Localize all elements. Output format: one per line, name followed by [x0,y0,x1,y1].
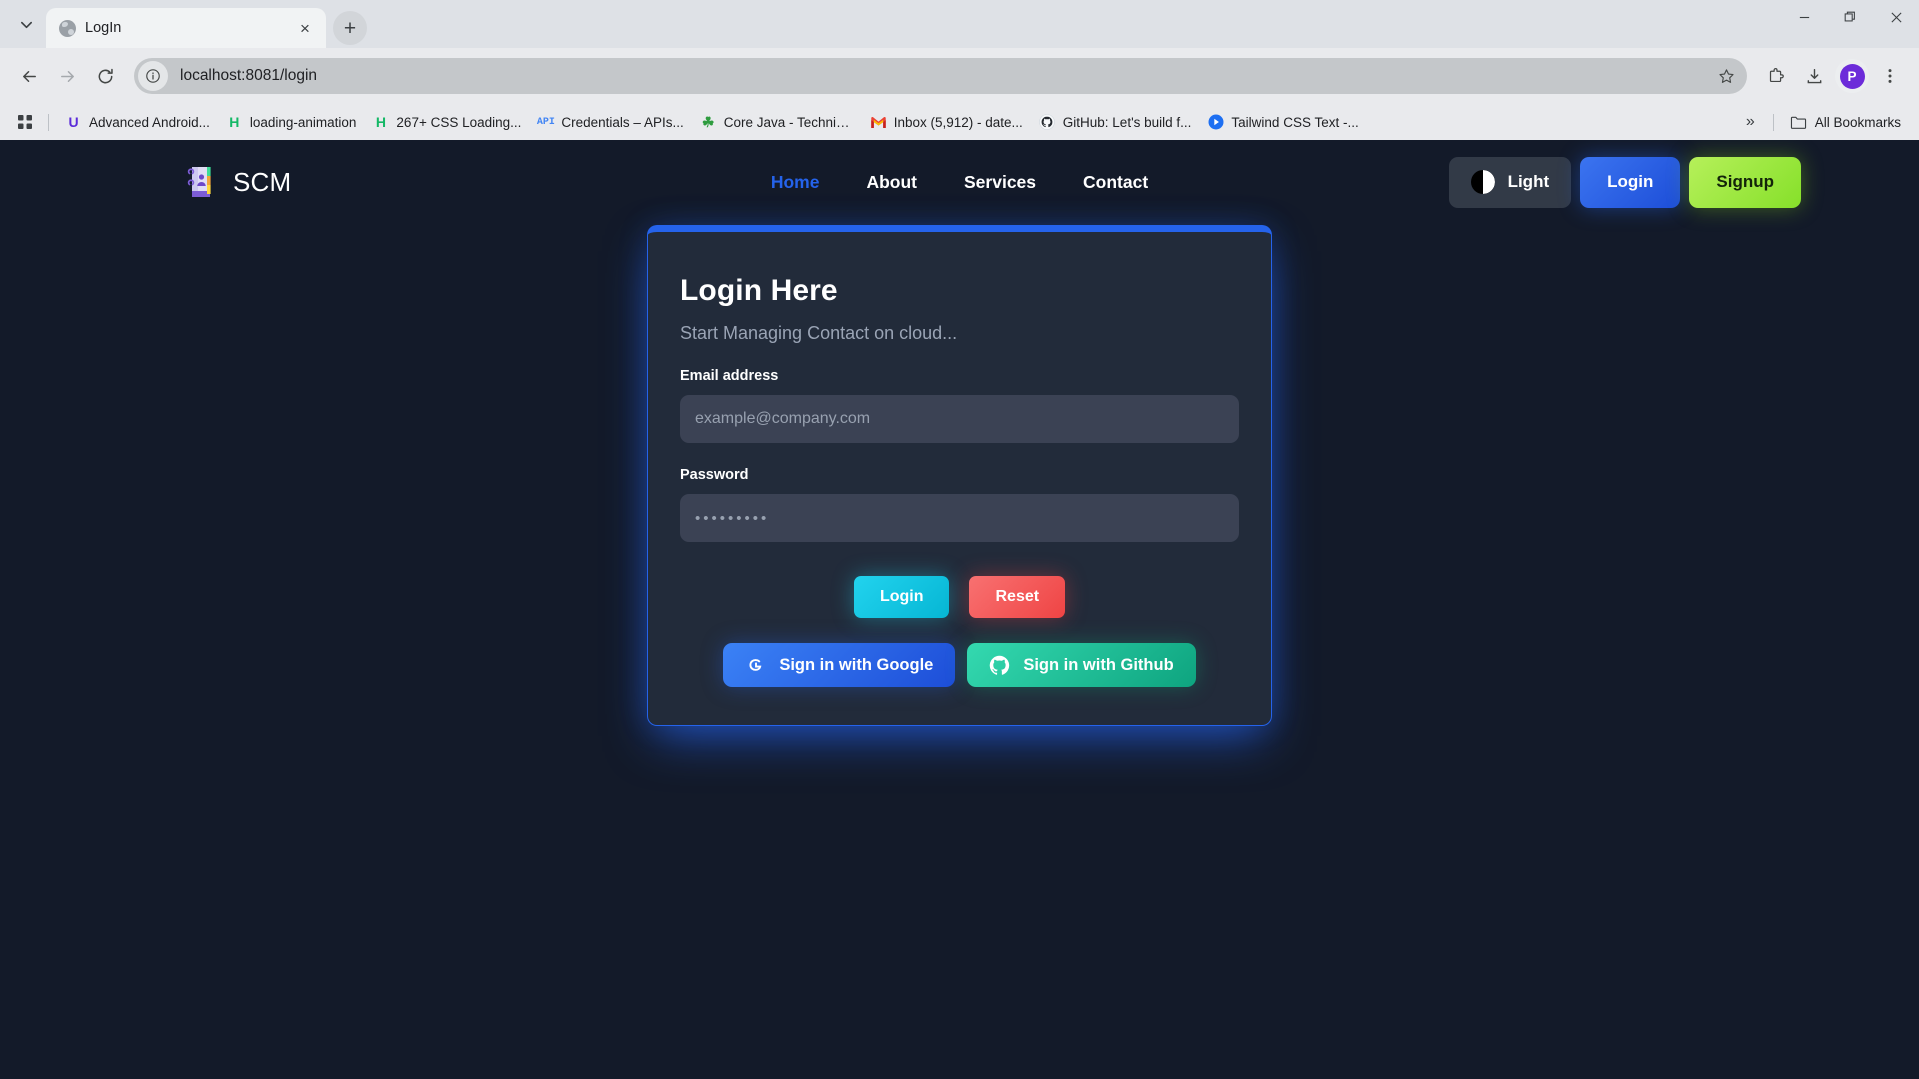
oauth-actions: Sign in with Google Sign in with Github [680,643,1239,687]
bookmark-item[interactable]: Tailwind CSS Text -... [1199,110,1366,135]
apps-grid-icon[interactable] [10,107,40,137]
bookmarks-overflow-icon[interactable]: » [1736,113,1765,131]
google-signin-button[interactable]: Sign in with Google [723,643,956,687]
tab-strip: LogIn × + [0,0,1919,48]
reset-button[interactable]: Reset [969,576,1066,618]
bookmarks-bar: U Advanced Android... H loading-animatio… [0,104,1919,140]
divider [1772,113,1774,131]
bookmark-label: Tailwind CSS Text -... [1231,114,1359,130]
nav-signup-button[interactable]: Signup [1689,156,1801,208]
browser-window: LogIn × + localhost:8081/login P U Advan… [0,0,1919,1079]
bookmark-item[interactable]: GitHub: Let's build f... [1031,110,1200,135]
contrast-icon [1470,170,1495,194]
github-signin-label: Sign in with Github [1023,655,1174,674]
gmail-icon [870,114,887,131]
back-icon[interactable] [12,59,46,93]
bookmark-star-icon[interactable] [1711,61,1741,91]
maximize-icon[interactable] [1827,0,1873,34]
github-icon [1039,114,1056,131]
avatar: P [1839,63,1865,89]
password-field-group: Password [680,467,1239,542]
bookmark-label: 267+ CSS Loading... [396,114,522,130]
minimize-icon[interactable] [1781,0,1827,34]
login-submit-button[interactable]: Login [853,576,950,618]
bookmark-label: Core Java - Technica... [723,114,854,130]
form-actions: Login Reset [680,576,1239,618]
bookmark-label: loading-animation [249,114,357,130]
bookmark-label: Credentials – APIs... [561,114,684,130]
bookmark-item[interactable]: API Credentials – APIs... [529,110,691,135]
profile-button[interactable]: P [1835,59,1869,93]
nav-actions: Light Login Signup [1448,156,1801,208]
google-icon [745,655,766,676]
password-label: Password [680,467,749,483]
contact-book-icon [183,164,217,200]
extensions-icon[interactable] [1759,59,1793,93]
close-icon[interactable]: × [294,17,316,39]
brand[interactable]: SCM [183,164,291,200]
web-page: SCM Home About Services Contact Light Lo… [0,140,1919,1079]
nav-link-home[interactable]: Home [771,172,820,193]
email-field-group: Email address [680,368,1239,443]
nav-link-contact[interactable]: Contact [1083,172,1148,193]
divider [48,113,49,131]
address-bar[interactable]: localhost:8081/login [134,58,1747,94]
theme-toggle-label: Light [1507,172,1550,191]
card-title: Login Here [680,274,838,307]
h-icon: H [229,114,240,130]
bookmark-item[interactable]: U Advanced Android... [57,110,218,135]
github-signin-button[interactable]: Sign in with Github [967,643,1196,687]
all-bookmarks-button[interactable]: All Bookmarks [1782,110,1909,135]
bookmark-item[interactable]: H loading-animation [218,110,365,135]
email-input[interactable] [680,395,1239,443]
window-controls [1781,0,1919,48]
download-icon[interactable] [1797,59,1831,93]
login-card: Login Here Start Managing Contact on clo… [647,225,1272,726]
java-icon: ☘ [701,113,715,130]
h-icon: H [375,114,386,130]
bookmark-item[interactable]: Inbox (5,912) - date... [862,110,1031,135]
all-bookmarks-label: All Bookmarks [1814,114,1901,130]
card-subtitle: Start Managing Contact on cloud... [680,323,958,343]
browser-toolbar: localhost:8081/login P [0,48,1919,104]
theme-toggle-button[interactable]: Light [1448,156,1572,208]
nav-links: Home About Services Contact [771,172,1148,193]
bookmark-label: Advanced Android... [89,114,210,130]
login-card-wrapper: Login Here Start Managing Contact on clo… [0,225,1919,726]
forward-icon[interactable] [50,59,84,93]
browser-menu-icon[interactable] [1873,59,1907,93]
nav-login-button[interactable]: Login [1580,156,1681,208]
bookmark-item[interactable]: ☘ Core Java - Technica... [692,110,862,135]
bookmark-label: Inbox (5,912) - date... [893,114,1023,130]
google-signin-label: Sign in with Google [779,655,934,674]
folder-icon [1790,114,1807,131]
globe-icon [59,19,76,37]
bookmark-item[interactable]: H 267+ CSS Loading... [364,110,529,135]
browser-tab[interactable]: LogIn × [46,8,326,48]
nav-link-about[interactable]: About [866,172,917,193]
password-input[interactable] [680,494,1239,542]
play-icon [1207,114,1224,131]
site-info-icon[interactable] [138,61,168,91]
brand-name: SCM [233,166,292,197]
tab-title: LogIn [85,20,122,36]
email-label: Email address [680,368,779,384]
api-icon: API [536,116,555,128]
nav-link-services[interactable]: Services [964,172,1036,193]
new-tab-button[interactable]: + [333,11,367,45]
bookmark-label: GitHub: Let's build f... [1062,114,1192,130]
close-window-icon[interactable] [1873,0,1919,34]
unity-icon: U [68,114,79,130]
github-icon [989,655,1010,676]
tab-search-button[interactable] [6,4,46,44]
reload-icon[interactable] [88,59,122,93]
site-navbar: SCM Home About Services Contact Light Lo… [0,140,1919,224]
url-text: localhost:8081/login [180,67,318,84]
